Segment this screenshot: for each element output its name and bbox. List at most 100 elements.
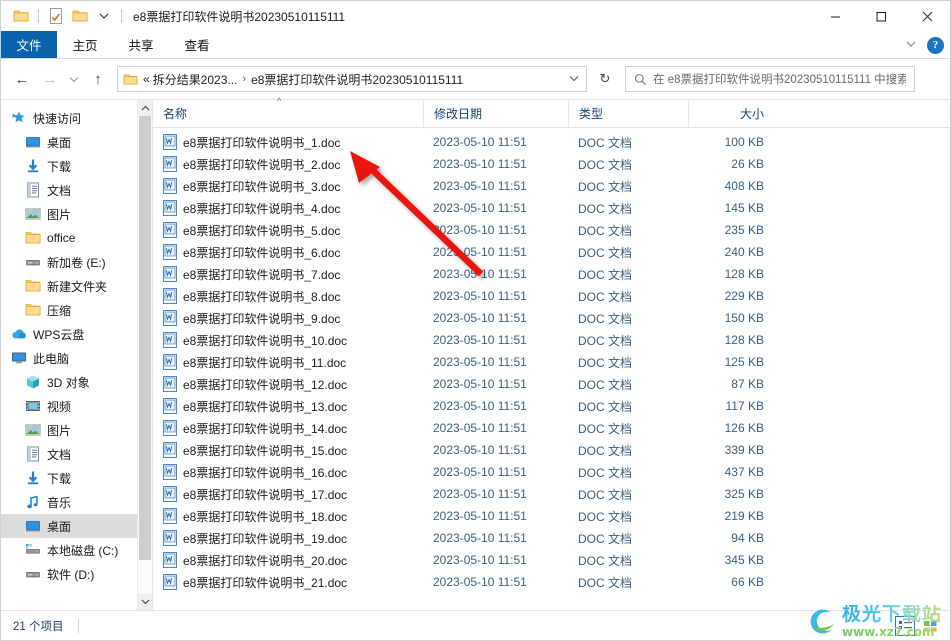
sidebar-item-16[interactable]: 音乐 bbox=[1, 490, 152, 514]
file-name-cell[interactable]: e8票据打印软件说明书_10.doc bbox=[153, 332, 423, 349]
file-name-cell[interactable]: e8票据打印软件说明书_14.doc bbox=[153, 420, 423, 437]
table-row[interactable]: e8票据打印软件说明书_5.doc 2023-05-10 11:51 DOC 文档 2… bbox=[153, 219, 950, 241]
table-row[interactable]: e8票据打印软件说明书_9.doc 2023-05-10 11:51 DOC 文档 1… bbox=[153, 307, 950, 329]
tab-view[interactable]: 查看 bbox=[169, 31, 225, 58]
sidebar-item-12[interactable]: 视频 bbox=[1, 394, 152, 418]
sidebar-item-2[interactable]: 下载 bbox=[1, 154, 152, 178]
customize-qat-chevron-icon[interactable] bbox=[92, 4, 116, 28]
scroll-up-button[interactable] bbox=[138, 100, 152, 116]
details-view-icon[interactable] bbox=[895, 616, 915, 636]
file-name-cell[interactable]: e8票据打印软件说明书_9.doc bbox=[153, 310, 423, 327]
new-folder-icon[interactable] bbox=[68, 4, 92, 28]
file-name-cell[interactable]: e8票据打印软件说明书_16.doc bbox=[153, 464, 423, 481]
table-row[interactable]: e8票据打印软件说明书_20.doc 2023-05-10 11:51 DOC 文档… bbox=[153, 549, 950, 571]
sidebar-item-4[interactable]: 图片 bbox=[1, 202, 152, 226]
scrollbar-thumb[interactable] bbox=[139, 116, 151, 560]
table-row[interactable]: e8票据打印软件说明书_3.doc 2023-05-10 11:51 DOC 文档 4… bbox=[153, 175, 950, 197]
breadcrumb-separator-icon[interactable]: › bbox=[240, 73, 248, 85]
tab-file[interactable]: 文件 bbox=[1, 31, 57, 58]
sidebar-item-10[interactable]: 此电脑 bbox=[1, 346, 152, 370]
file-size-cell: 100 KB bbox=[724, 135, 764, 149]
refresh-button[interactable]: ↻ bbox=[592, 66, 618, 92]
file-name-cell[interactable]: e8票据打印软件说明书_11.doc bbox=[153, 354, 423, 371]
table-row[interactable]: e8票据打印软件说明书_19.doc 2023-05-10 11:51 DOC 文档… bbox=[153, 527, 950, 549]
sidebar-item-9[interactable]: WPS云盘 bbox=[1, 322, 152, 346]
table-row[interactable]: e8票据打印软件说明书_17.doc 2023-05-10 11:51 DOC 文档… bbox=[153, 483, 950, 505]
sidebar-item-0[interactable]: 快速访问 bbox=[1, 106, 152, 130]
table-row[interactable]: e8票据打印软件说明书_2.doc 2023-05-10 11:51 DOC 文档 2… bbox=[153, 153, 950, 175]
sidebar-item-13[interactable]: 图片 bbox=[1, 418, 152, 442]
sidebar-item-11[interactable]: 3D 对象 bbox=[1, 370, 152, 394]
column-header-name[interactable]: 名称 ^ bbox=[153, 96, 423, 128]
sidebar-item-17[interactable]: 桌面 bbox=[1, 514, 152, 538]
maximize-button[interactable] bbox=[858, 1, 904, 31]
file-name-cell[interactable]: e8票据打印软件说明书_8.doc bbox=[153, 288, 423, 305]
file-name-cell[interactable]: e8票据打印软件说明书_13.doc bbox=[153, 398, 423, 415]
large-icons-view-icon[interactable] bbox=[920, 616, 940, 636]
sidebar-item-18[interactable]: 本地磁盘 (C:) bbox=[1, 538, 152, 562]
sidebar-item-14[interactable]: 文档 bbox=[1, 442, 152, 466]
help-button[interactable]: ? bbox=[927, 36, 944, 54]
table-row[interactable]: e8票据打印软件说明书_7.doc 2023-05-10 11:51 DOC 文档 1… bbox=[153, 263, 950, 285]
table-row[interactable]: e8票据打印软件说明书_11.doc 2023-05-10 11:51 DOC 文档… bbox=[153, 351, 950, 373]
table-row[interactable]: e8票据打印软件说明书_8.doc 2023-05-10 11:51 DOC 文档 2… bbox=[153, 285, 950, 307]
file-name-cell[interactable]: e8票据打印软件说明书_18.doc bbox=[153, 508, 423, 525]
sidebar-item-3[interactable]: 文档 bbox=[1, 178, 152, 202]
search-input[interactable]: 在 e8票据打印软件说明书20230510115111 中搜索 bbox=[653, 71, 906, 87]
breadcrumb-item-current[interactable]: e8票据打印软件说明书20230510115111 bbox=[251, 71, 463, 88]
navigation-pane-scrollbar[interactable] bbox=[137, 100, 152, 610]
table-row[interactable]: e8票据打印软件说明书_13.doc 2023-05-10 11:51 DOC 文档… bbox=[153, 395, 950, 417]
breadcrumb-overflow[interactable]: « bbox=[143, 72, 150, 86]
scroll-down-button[interactable] bbox=[138, 594, 152, 610]
sidebar-item-6[interactable]: 新加卷 (E:) bbox=[1, 250, 152, 274]
table-row[interactable]: e8票据打印软件说明书_21.doc 2023-05-10 11:51 DOC 文档… bbox=[153, 571, 950, 593]
table-row[interactable]: e8票据打印软件说明书_12.doc 2023-05-10 11:51 DOC 文档… bbox=[153, 373, 950, 395]
search-box[interactable]: 在 e8票据打印软件说明书20230510115111 中搜索 bbox=[625, 66, 915, 92]
table-row[interactable]: e8票据打印软件说明书_16.doc 2023-05-10 11:51 DOC 文档… bbox=[153, 461, 950, 483]
word-doc-icon bbox=[163, 552, 177, 568]
sidebar-item-8[interactable]: 压缩 bbox=[1, 298, 152, 322]
address-dropdown-chevron-icon[interactable] bbox=[564, 74, 584, 84]
sidebar-item-5[interactable]: office bbox=[1, 226, 152, 250]
breadcrumb-item-parent[interactable]: 拆分结果2023... bbox=[153, 71, 238, 88]
file-name-cell[interactable]: e8票据打印软件说明书_6.doc bbox=[153, 244, 423, 261]
table-row[interactable]: e8票据打印软件说明书_1.doc 2023-05-10 11:51 DOC 文档 1… bbox=[153, 131, 950, 153]
close-button[interactable] bbox=[904, 1, 950, 31]
chevron-down-icon[interactable] bbox=[901, 40, 921, 50]
file-name-cell[interactable]: e8票据打印软件说明书_20.doc bbox=[153, 552, 423, 569]
file-name-cell[interactable]: e8票据打印软件说明书_15.doc bbox=[153, 442, 423, 459]
properties-icon[interactable] bbox=[44, 4, 68, 28]
sidebar-item-7[interactable]: 新建文件夹 bbox=[1, 274, 152, 298]
table-row[interactable]: e8票据打印软件说明书_4.doc 2023-05-10 11:51 DOC 文档 1… bbox=[153, 197, 950, 219]
table-row[interactable]: e8票据打印软件说明书_15.doc 2023-05-10 11:51 DOC 文档… bbox=[153, 439, 950, 461]
tab-share[interactable]: 共享 bbox=[113, 31, 169, 58]
table-row[interactable]: e8票据打印软件说明书_14.doc 2023-05-10 11:51 DOC 文档… bbox=[153, 417, 950, 439]
back-button[interactable]: ← bbox=[9, 66, 35, 92]
file-name-cell[interactable]: e8票据打印软件说明书_3.doc bbox=[153, 178, 423, 195]
file-name-cell[interactable]: e8票据打印软件说明书_12.doc bbox=[153, 376, 423, 393]
column-header-type[interactable]: 类型 bbox=[568, 99, 688, 128]
sidebar-item-19[interactable]: 软件 (D:) bbox=[1, 562, 152, 586]
column-header-date[interactable]: 修改日期 bbox=[423, 99, 568, 128]
file-name-cell[interactable]: e8票据打印软件说明书_7.doc bbox=[153, 266, 423, 283]
sidebar-item-15[interactable]: 下载 bbox=[1, 466, 152, 490]
file-name-cell[interactable]: e8票据打印软件说明书_4.doc bbox=[153, 200, 423, 217]
forward-button[interactable]: → bbox=[37, 66, 63, 92]
table-row[interactable]: e8票据打印软件说明书_6.doc 2023-05-10 11:51 DOC 文档 2… bbox=[153, 241, 950, 263]
minimize-button[interactable] bbox=[812, 1, 858, 31]
recent-locations-chevron-icon[interactable] bbox=[65, 66, 83, 92]
file-name-cell[interactable]: e8票据打印软件说明书_2.doc bbox=[153, 156, 423, 173]
table-row[interactable]: e8票据打印软件说明书_10.doc 2023-05-10 11:51 DOC 文档… bbox=[153, 329, 950, 351]
file-name-cell[interactable]: e8票据打印软件说明书_19.doc bbox=[153, 530, 423, 547]
column-header-size[interactable]: 大小 bbox=[688, 99, 778, 128]
file-name-cell[interactable]: e8票据打印软件说明书_5.doc bbox=[153, 222, 423, 239]
file-name-cell[interactable]: e8票据打印软件说明书_21.doc bbox=[153, 574, 423, 591]
file-name-cell[interactable]: e8票据打印软件说明书_17.doc bbox=[153, 486, 423, 503]
address-bar[interactable]: « 拆分结果2023... › e8票据打印软件说明书2023051011511… bbox=[117, 66, 587, 92]
table-row[interactable]: e8票据打印软件说明书_18.doc 2023-05-10 11:51 DOC 文档… bbox=[153, 505, 950, 527]
folder-icon[interactable] bbox=[9, 4, 33, 28]
sidebar-item-1[interactable]: 桌面 bbox=[1, 130, 152, 154]
file-name-cell[interactable]: e8票据打印软件说明书_1.doc bbox=[153, 134, 423, 151]
tab-home[interactable]: 主页 bbox=[57, 31, 113, 58]
up-button[interactable]: ↑ bbox=[85, 66, 111, 92]
